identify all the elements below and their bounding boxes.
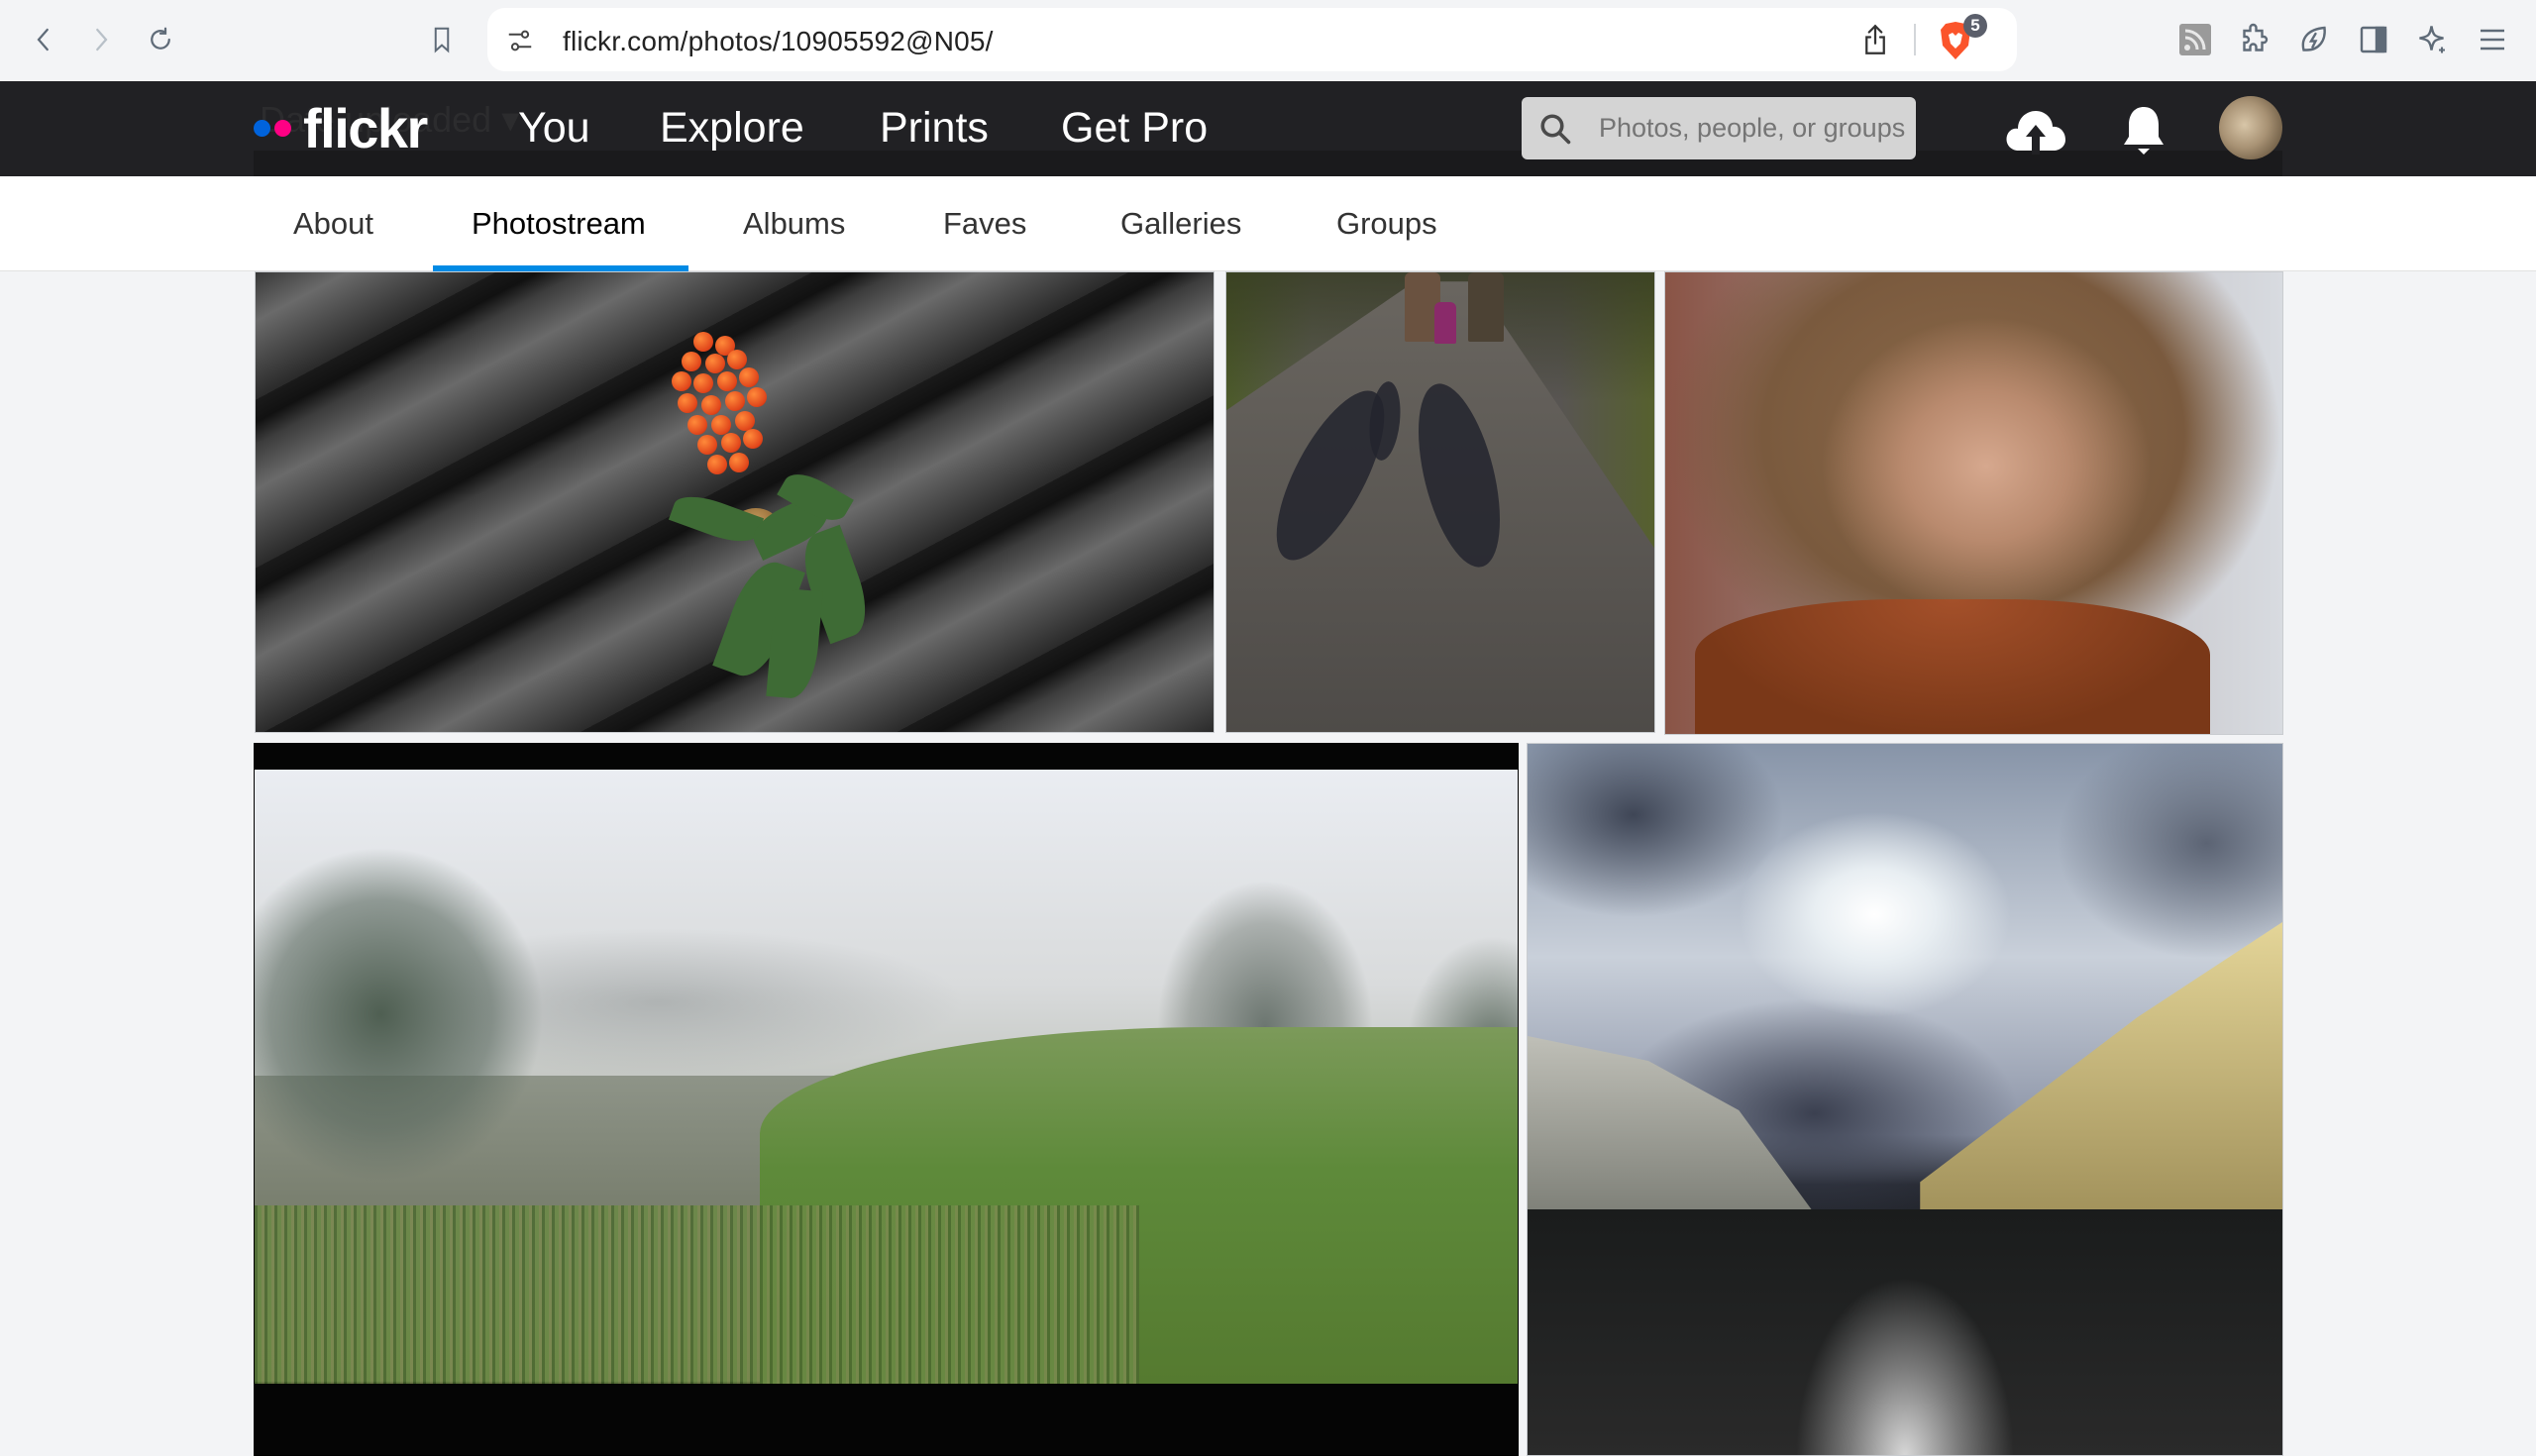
sparkle-icon (2419, 26, 2445, 53)
person-figure (1468, 272, 1504, 342)
chevron-left-icon (37, 28, 49, 52)
jacket-shape (1695, 599, 2210, 734)
extensions-button[interactable] (2237, 22, 2272, 57)
url-text[interactable]: flickr.com/photos/10905592@N05/ (563, 26, 994, 57)
address-bar[interactable]: flickr.com/photos/10905592@N05/ 5 (487, 8, 2017, 71)
leaf-shape (668, 487, 765, 551)
back-button[interactable] (24, 20, 63, 59)
browser-toolbar: flickr.com/photos/10905592@N05/ 5 (0, 0, 2536, 81)
chevron-right-icon (96, 28, 108, 52)
rss-icon (2179, 24, 2211, 55)
berry (727, 350, 747, 369)
photo-tile-foggy-lake[interactable] (254, 743, 1519, 1456)
share-icon[interactable] (1860, 22, 1890, 57)
berry (672, 371, 691, 391)
berry (739, 367, 759, 387)
profile-subnav: About Photostream Albums Faves Galleries… (0, 176, 2536, 271)
berry (729, 453, 749, 472)
berry (693, 332, 713, 352)
buildings-right (1920, 922, 2282, 1239)
nav-you[interactable]: You (518, 97, 590, 158)
nav-get-pro[interactable]: Get Pro (1061, 97, 1208, 158)
berry (707, 455, 727, 474)
berry (725, 391, 745, 411)
puzzle-icon (2243, 23, 2269, 52)
tab-about[interactable]: About (293, 202, 373, 246)
search-icon (1540, 114, 1571, 145)
tab-albums[interactable]: Albums (743, 202, 845, 246)
canal-water (1528, 1209, 2282, 1455)
berry (693, 373, 713, 393)
berry (743, 429, 763, 449)
tab-galleries[interactable]: Galleries (1120, 202, 1241, 246)
search-input[interactable] (1599, 97, 1906, 159)
berry (721, 433, 741, 453)
forward-button[interactable] (81, 20, 121, 59)
tune-icon[interactable] (505, 26, 535, 55)
tab-groups[interactable]: Groups (1336, 202, 1437, 246)
tab-photostream[interactable]: Photostream (472, 202, 646, 246)
berry (747, 387, 767, 407)
berry (678, 393, 697, 413)
hamburger-icon (2481, 29, 2504, 51)
reload-icon (151, 27, 170, 50)
sidebar-icon (2360, 26, 2387, 53)
berry (711, 415, 731, 435)
berry (705, 354, 725, 373)
logo-pink-dot (274, 119, 291, 137)
berry (735, 411, 755, 431)
rss-button[interactable] (2177, 22, 2213, 57)
flickr-logo[interactable]: flickr (254, 95, 428, 160)
berry (697, 435, 717, 455)
photo-tile-rowan-berries[interactable] (255, 271, 1215, 733)
logo-blue-dot (254, 119, 270, 137)
user-avatar[interactable] (2219, 96, 2282, 159)
nav-prints[interactable]: Prints (880, 97, 989, 158)
photo-tile-family-shadows[interactable] (1225, 271, 1655, 733)
leo-ai-button[interactable] (2415, 22, 2451, 57)
berry (682, 352, 701, 371)
search-box[interactable] (1522, 97, 1916, 159)
notifications-bell-icon[interactable] (2120, 103, 2167, 158)
leaf-bolt-icon (2301, 26, 2326, 52)
nav-explore[interactable]: Explore (660, 97, 804, 158)
fog-image (255, 770, 1518, 1384)
tab-faves[interactable]: Faves (943, 202, 1026, 246)
speedreader-button[interactable] (2296, 22, 2332, 57)
url-divider (1914, 24, 1916, 55)
browser-menu-button[interactable] (2475, 22, 2510, 57)
upload-cloud-icon[interactable] (2003, 103, 2068, 155)
berry (701, 395, 721, 415)
sidebar-toggle-button[interactable] (2356, 22, 2391, 57)
photo-tile-canal[interactable] (1527, 743, 2283, 1456)
child-figure (1434, 302, 1456, 344)
berry-cluster (664, 332, 773, 490)
berry (717, 371, 737, 391)
bookmark-icon (434, 27, 450, 53)
reload-button[interactable] (141, 20, 180, 59)
photo-tile-portrait[interactable] (1664, 271, 2283, 735)
reeds-shape (255, 1205, 1139, 1384)
logo-wordmark: flickr (303, 96, 428, 159)
bookmark-button[interactable] (422, 20, 462, 59)
shields-count-badge: 5 (1963, 14, 1987, 38)
berry (687, 415, 707, 435)
